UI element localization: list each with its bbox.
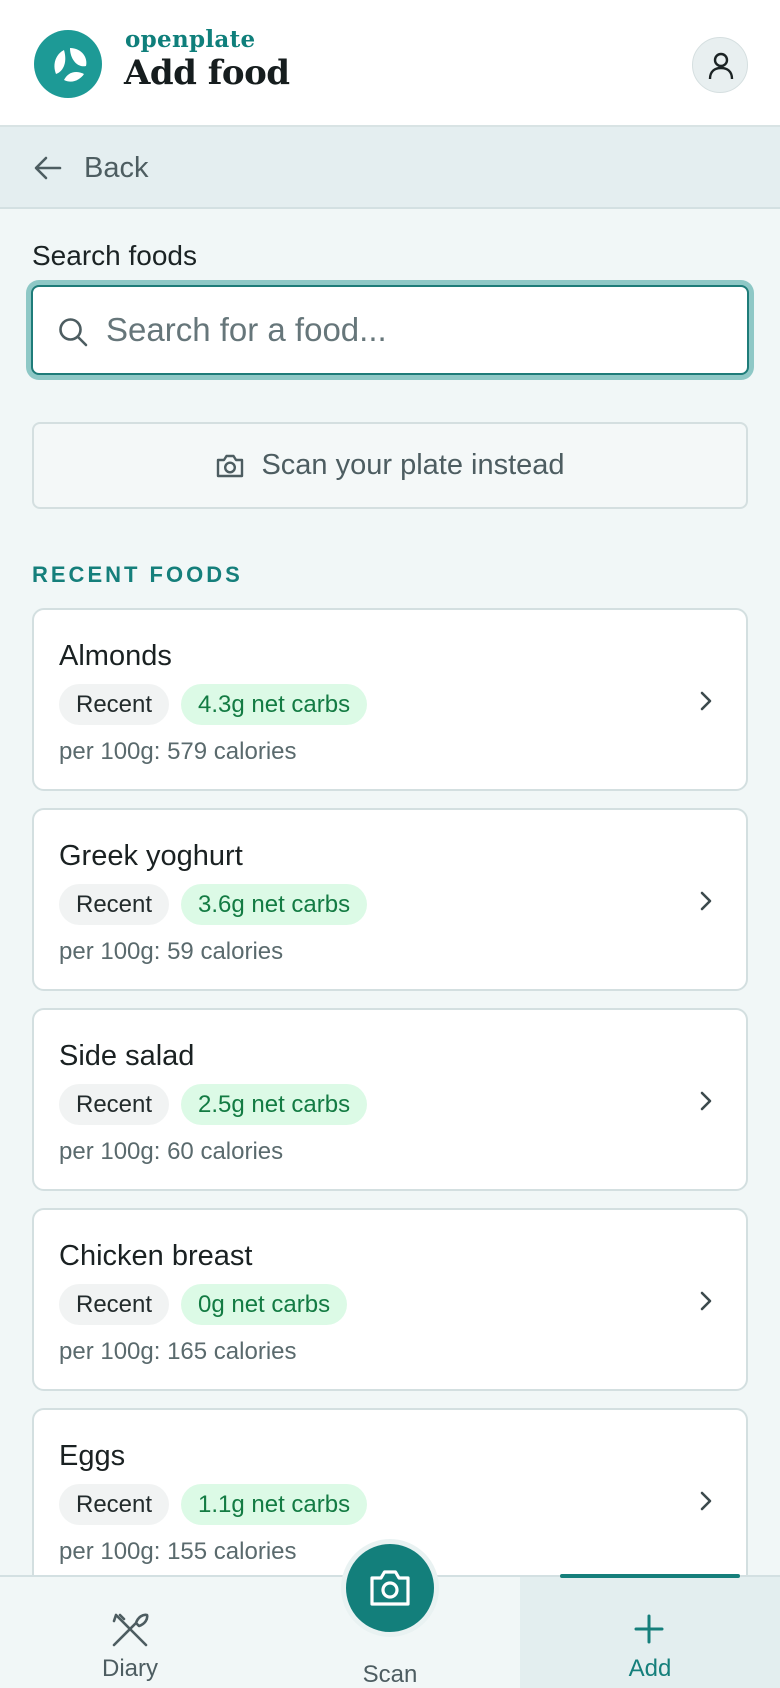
- net-carbs-badge: 4.3g net carbs: [181, 684, 368, 725]
- search-input[interactable]: [106, 287, 726, 373]
- food-calories: per 100g: 579 calories: [59, 738, 297, 765]
- food-name: Side salad: [59, 1040, 195, 1072]
- brand-name: openplate: [125, 26, 256, 53]
- arrow-left-icon: [34, 156, 62, 180]
- chevron-right-icon: [700, 1091, 712, 1111]
- camera-icon: [370, 1570, 410, 1606]
- food-calories: per 100g: 59 calories: [59, 938, 284, 965]
- scan-plate-label: Scan your plate instead: [261, 449, 565, 481]
- chevron-right-icon: [700, 691, 712, 711]
- tab-add[interactable]: Add: [520, 1574, 780, 1688]
- food-name: Almonds: [59, 640, 172, 672]
- food-name: Eggs: [59, 1440, 126, 1472]
- app-header: openplate Add food: [0, 0, 780, 127]
- food-name: Chicken breast: [59, 1240, 253, 1272]
- back-bar: Back: [0, 127, 780, 209]
- recent-badge: Recent: [59, 1084, 170, 1125]
- net-carbs-badge: 2.5g net carbs: [181, 1084, 368, 1125]
- active-tab-indicator: [560, 1574, 740, 1578]
- chevron-right-icon: [700, 891, 712, 911]
- food-calories: per 100g: 165 calories: [59, 1338, 297, 1365]
- search-icon: [59, 318, 88, 347]
- user-icon: [708, 52, 734, 80]
- food-card-chicken-breast[interactable]: Chicken breast Recent 0g net carbs per 1…: [32, 1208, 748, 1391]
- tab-diary-label: Diary: [101, 1655, 158, 1682]
- recent-foods-list: Almonds Recent 4.3g net carbs per 100g: …: [32, 608, 748, 1608]
- scan-fab-button[interactable]: [341, 1539, 439, 1637]
- food-card-almonds[interactable]: Almonds Recent 4.3g net carbs per 100g: …: [32, 608, 748, 791]
- back-button[interactable]: Back: [34, 145, 148, 191]
- chevron-right-icon: [700, 1491, 712, 1511]
- food-calories: per 100g: 155 calories: [59, 1538, 297, 1565]
- tab-diary[interactable]: Diary: [0, 1577, 260, 1688]
- back-label: Back: [84, 151, 149, 184]
- search-field[interactable]: [31, 285, 749, 375]
- chevron-right-icon: [700, 1291, 712, 1311]
- food-card-greek-yoghurt[interactable]: Greek yoghurt Recent 3.6g net carbs per …: [32, 808, 748, 991]
- camera-icon: [217, 454, 244, 477]
- food-name: Greek yoghurt: [59, 840, 243, 872]
- recent-badge: Recent: [59, 884, 170, 925]
- profile-button[interactable]: [692, 37, 748, 93]
- food-card-side-salad[interactable]: Side salad Recent 2.5g net carbs per 100…: [32, 1008, 748, 1191]
- plus-icon: [634, 1614, 664, 1644]
- recent-badge: Recent: [59, 1284, 170, 1325]
- net-carbs-badge: 1.1g net carbs: [181, 1484, 368, 1525]
- fork-knife-icon: [112, 1613, 149, 1647]
- net-carbs-badge: 0g net carbs: [181, 1284, 348, 1325]
- scan-plate-button[interactable]: Scan your plate instead: [32, 422, 748, 509]
- recent-foods-heading: RECENT FOODS: [32, 562, 243, 587]
- food-calories: per 100g: 60 calories: [59, 1138, 284, 1165]
- net-carbs-badge: 3.6g net carbs: [181, 884, 368, 925]
- page-title: Add food: [124, 53, 290, 93]
- tab-add-label: Add: [628, 1655, 672, 1682]
- tab-scan-label: Scan: [362, 1661, 418, 1688]
- recent-badge: Recent: [59, 1484, 170, 1525]
- search-label: Search foods: [32, 240, 197, 271]
- recent-badge: Recent: [59, 684, 170, 725]
- leaf-logo-icon: [34, 30, 102, 98]
